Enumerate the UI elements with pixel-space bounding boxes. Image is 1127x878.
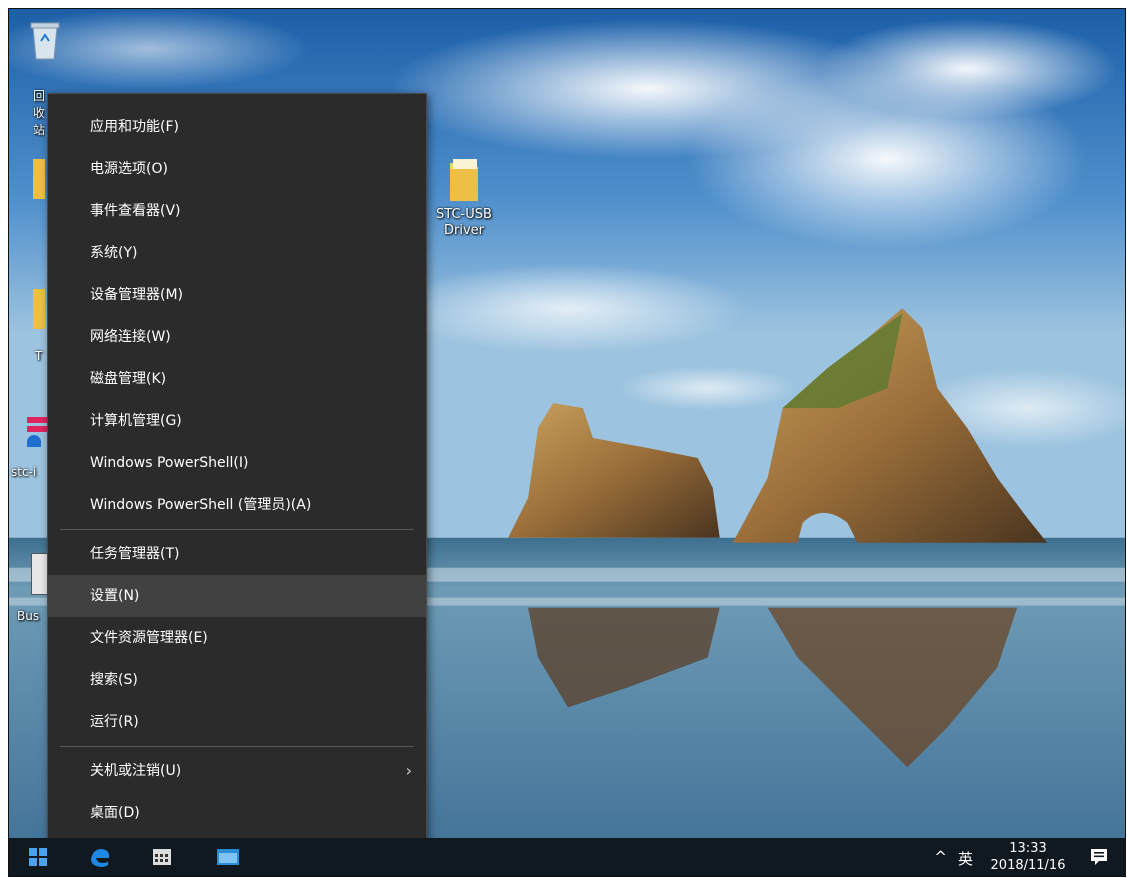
trash-bin-icon [30, 22, 60, 60]
stc-usb-label-line1: STC-USB [436, 207, 492, 222]
menu-item-system[interactable]: 系统(Y) [48, 232, 426, 274]
menu-separator [60, 746, 414, 747]
clock-date: 2018/11/16 [990, 858, 1066, 873]
recycle-bin-label: 回收站 [33, 89, 45, 137]
tray-overflow-chevron[interactable]: ^ [934, 848, 947, 866]
ime-indicator[interactable]: 英 [958, 848, 973, 869]
menu-item-file-explorer[interactable]: 文件资源管理器(E) [48, 617, 426, 659]
winx-context-menu: 应用和功能(F) 电源选项(O) 事件查看器(V) 系统(Y) 设备管理器(M)… [47, 93, 427, 857]
edge-taskbar-button[interactable] [77, 838, 123, 876]
menu-item-desktop[interactable]: 桌面(D) [48, 792, 426, 834]
recycle-bin-icon[interactable] [23, 17, 67, 63]
edge-browser-icon [91, 849, 110, 867]
menu-item-run[interactable]: 运行(R) [48, 701, 426, 743]
partial-label-stc-isp: stc-i [11, 465, 37, 479]
folder-icon [450, 159, 478, 201]
calculator-taskbar-button[interactable] [139, 838, 185, 876]
menu-item-disk-management[interactable]: 磁盘管理(K) [48, 358, 426, 400]
taskbar: ^ 英 13:33 2018/11/16 [9, 838, 1125, 876]
chevron-right-icon: › [405, 761, 412, 780]
menu-item-powershell[interactable]: Windows PowerShell(I) [48, 442, 426, 484]
menu-item-power-options[interactable]: 电源选项(O) [48, 148, 426, 190]
partial-folder-icon-2[interactable] [33, 289, 45, 329]
menu-item-search[interactable]: 搜索(S) [48, 659, 426, 701]
screen-frame: 回收站 STC-USB Driver T stc-i Bus 应用和功能(F) … [8, 8, 1126, 877]
menu-item-task-manager[interactable]: 任务管理器(T) [48, 533, 426, 575]
start-button[interactable] [15, 838, 61, 876]
menu-separator [60, 529, 414, 530]
menu-item-network-connections[interactable]: 网络连接(W) [48, 316, 426, 358]
taskbar-clock[interactable]: 13:33 2018/11/16 [983, 840, 1073, 874]
partial-folder-icon-1[interactable] [33, 159, 45, 199]
calculator-icon [153, 849, 171, 865]
action-center-button[interactable] [1079, 838, 1119, 876]
menu-item-computer-management[interactable]: 计算机管理(G) [48, 400, 426, 442]
windows-logo-icon [29, 848, 47, 866]
partial-label-bus: Bus [17, 609, 40, 623]
store-taskbar-button[interactable] [205, 838, 251, 876]
menu-item-device-manager[interactable]: 设备管理器(M) [48, 274, 426, 316]
menu-item-shutdown-signout[interactable]: 关机或注销(U) › [48, 750, 426, 792]
app-window-icon [217, 849, 239, 865]
clock-time: 13:33 [1009, 841, 1047, 856]
partial-label-t: T [35, 349, 43, 363]
stc-usb-label-line2: Driver [443, 223, 484, 238]
menu-item-powershell-admin[interactable]: Windows PowerShell (管理员)(A) [48, 484, 426, 526]
stc-isp-icon[interactable] [27, 417, 47, 465]
menu-item-shutdown-label: 关机或注销(U) [90, 763, 182, 779]
notification-icon [1091, 849, 1107, 865]
stc-usb-driver-folder[interactable]: STC-USB Driver [427, 155, 501, 239]
menu-item-settings[interactable]: 设置(N) [48, 575, 426, 617]
menu-item-event-viewer[interactable]: 事件查看器(V) [48, 190, 426, 232]
menu-item-apps-features[interactable]: 应用和功能(F) [48, 106, 426, 148]
